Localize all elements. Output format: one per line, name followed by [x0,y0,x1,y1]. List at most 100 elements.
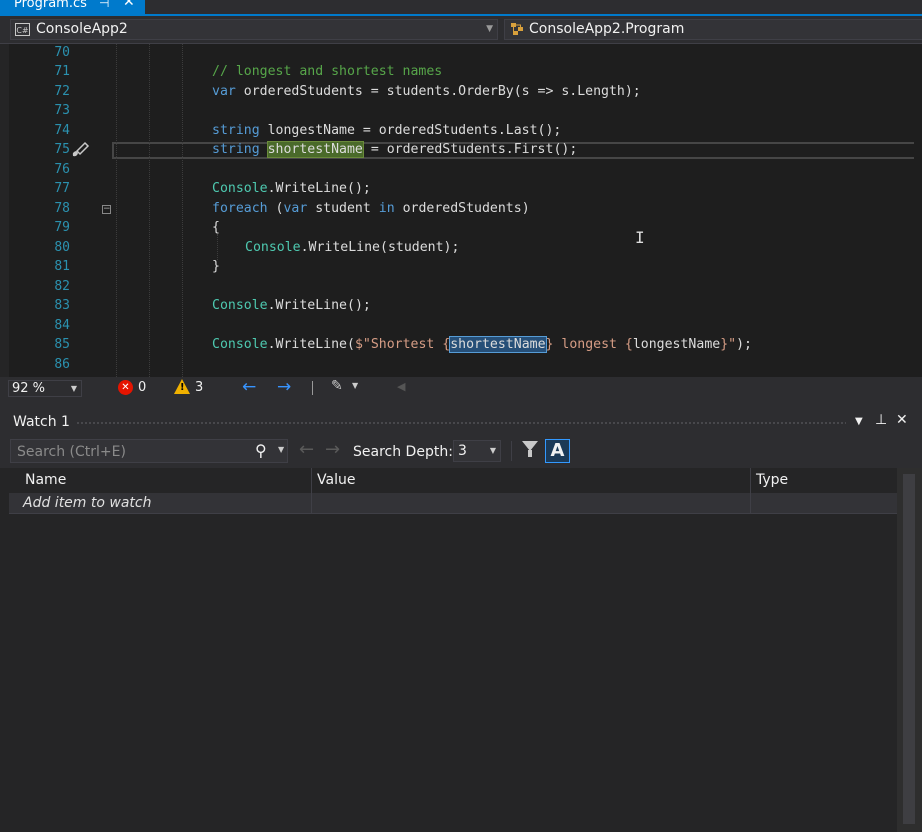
navigate-back-icon[interactable]: ← [242,377,256,397]
class-dropdown[interactable]: ConsoleApp2.Program [504,19,922,40]
code-token: (); [347,298,371,313]
chevron-down-icon[interactable]: ▼ [278,445,284,454]
code-token: (); [537,123,562,138]
method-token: First [513,142,554,157]
code-line-81: } [212,259,220,274]
column-header-name[interactable]: Name [25,472,66,488]
separator [312,381,313,395]
search-box[interactable]: ⚲ ▼ [10,439,288,463]
line-number: 80 [54,240,70,255]
code-token: (); [347,181,371,196]
code-line-75: string shortestName = orderedStudents.Fi… [212,141,577,158]
type-token: Console [212,181,268,196]
navigate-forward-icon[interactable]: → [277,377,291,397]
watch-grid: Name Value Type Add item to watch [9,468,897,832]
project-dropdown[interactable]: C# ConsoleApp2 ▼ [10,19,498,40]
string-token: $"Shortest { [354,337,451,352]
type-token: Console [212,337,268,352]
code-line-78: foreach (var student in orderedStudents) [212,201,530,216]
line-number: 78 [54,201,70,216]
error-count[interactable]: 0 [138,380,146,395]
search-icon[interactable]: ⚲ [255,441,267,460]
line-number: 70 [54,45,70,60]
close-icon[interactable]: ✕ [123,0,135,9]
code-token: . [267,298,276,313]
line-number: 71 [54,64,70,79]
add-item-placeholder[interactable]: Add item to watch [23,495,151,511]
collapse-toggle[interactable]: − [102,205,111,214]
code-token: (student); [380,240,460,255]
search-depth-dropdown[interactable]: 3 ▼ [453,440,501,462]
add-watch-row[interactable]: Add item to watch [9,493,897,514]
code-line-80: Console.WriteLine(student); [245,240,459,255]
warning-icon[interactable]: ! [174,379,190,394]
scrollbar-thumb[interactable] [903,474,915,824]
paintbrush-icon[interactable] [70,141,90,159]
tab-program-cs[interactable]: Program.cs ⊣ ✕ [0,0,145,14]
navigation-bar: C# ConsoleApp2 ▼ ConsoleApp2.Program [0,16,922,44]
line-number: 85 [54,337,70,352]
string-token: } longest { [545,337,633,352]
scroll-left-icon[interactable]: ◀ [397,380,405,393]
column-divider[interactable] [750,468,751,514]
code-token: . [267,181,276,196]
editor-scrollbar[interactable] [914,44,922,377]
line-number: 81 [54,259,70,274]
code-token: student [307,201,379,216]
chevron-down-icon: ▼ [489,446,496,455]
drag-grip[interactable] [76,421,846,426]
watch-toolbar: ⚲ ▼ ← → Search Depth: 3 ▼ A [0,436,922,468]
method-token: OrderBy [458,84,514,99]
close-icon[interactable]: ✕ [896,412,908,428]
code-token: ); [736,337,752,352]
pin-icon[interactable]: ⊥ [875,412,887,428]
line-number: 79 [54,220,70,235]
line-number: 74 [54,123,70,138]
splitter[interactable] [0,400,922,408]
column-header-type[interactable]: Type [756,472,788,488]
code-token: . [300,240,309,255]
code-token: orderedStudents) [394,201,530,216]
method-token: Last [505,123,538,138]
code-token: (s => s.Length); [513,84,641,99]
code-line-71: // longest and shortest names [212,64,442,79]
code-token: = orderedStudents. [362,142,514,157]
line-number: 83 [54,298,70,313]
keyword-token: string [212,142,260,157]
zoom-dropdown[interactable]: 92 % ▼ [8,380,82,397]
indent-guide [116,44,117,377]
grid-header: Name Value Type [9,468,897,494]
indent-guide [149,44,150,377]
chevron-down-icon: ▼ [70,384,77,393]
watch-title-bar[interactable]: Watch 1 ▼ ⊥ ✕ [0,408,922,436]
line-number: 82 [54,279,70,294]
search-input[interactable] [15,442,249,462]
highlighted-symbol[interactable]: shortestName [266,141,364,158]
window-options-icon[interactable]: ▼ [855,416,863,427]
code-line-72: var orderedStudents = students.OrderBy(s… [212,84,641,99]
pin-icon[interactable]: ⊣ [99,0,109,9]
warning-count[interactable]: 3 [195,380,203,395]
method-token: WriteLine [275,337,347,352]
brush-icon[interactable]: ✎ [331,378,343,394]
highlighted-symbol[interactable]: shortestName [449,336,547,353]
line-number: 73 [54,103,70,118]
search-previous-icon[interactable]: ← [299,439,314,460]
type-token: Console [212,298,268,313]
editor-left-margin [0,44,9,377]
match-case-button[interactable]: A [545,439,570,463]
code-token: longestName [632,337,721,352]
watch-window: Watch 1 ▼ ⊥ ✕ ⚲ ▼ ← → Search Depth: 3 ▼ … [0,408,922,832]
code-token: } [212,259,220,274]
error-icon[interactable]: ✕ [118,380,133,395]
line-number: 76 [54,162,70,177]
keyword-token: in [378,201,395,216]
column-header-value[interactable]: Value [317,472,355,488]
filter-icon[interactable] [522,441,538,457]
column-divider[interactable] [311,468,312,514]
code-editor[interactable]: 70 71 72 73 74 75 76 77 78 79 80 81 82 8… [0,44,922,377]
chevron-down-icon[interactable]: ▼ [352,381,358,390]
line-number: 84 [54,318,70,333]
watch-scrollbar[interactable] [897,468,922,832]
search-next-icon[interactable]: → [325,439,340,460]
